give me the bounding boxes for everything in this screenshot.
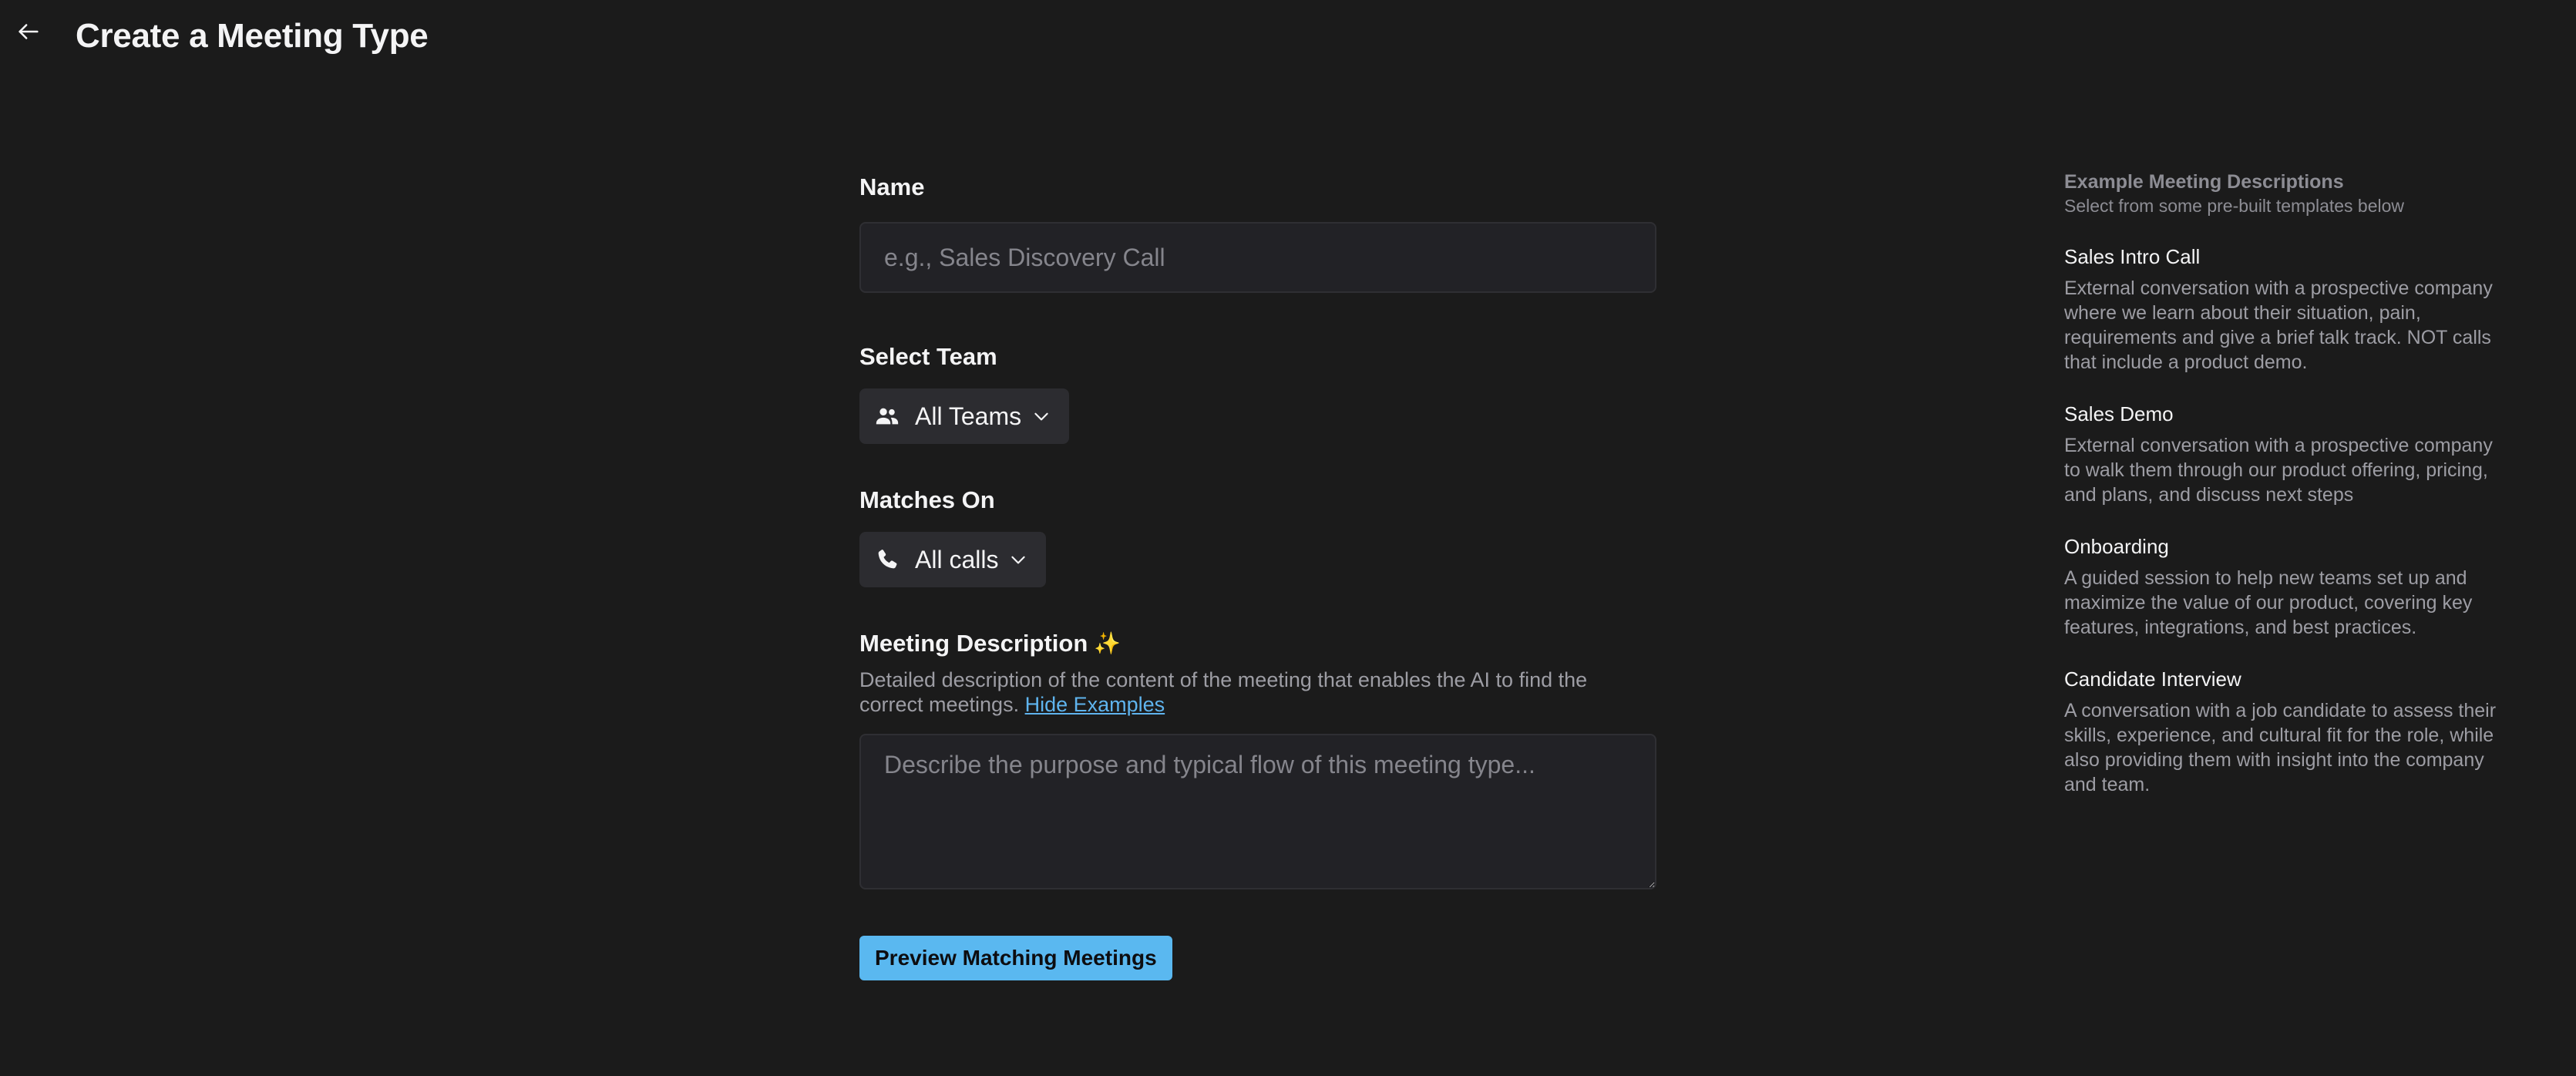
page: Create a Meeting Type Name Select Team A… [0,0,2576,1076]
template-name: Sales Intro Call [2064,245,2201,268]
matches-on-label: Matches On [859,486,995,513]
team-select[interactable]: All Teams [859,388,1070,444]
matches-on-select[interactable]: All calls [859,532,1047,587]
chevron-down-icon [1031,405,1052,427]
page-title: Create a Meeting Type [76,17,429,55]
name-field-group: Name [859,168,1656,293]
template-description: External conversation with a prospective… [2064,435,2493,506]
template-description: A conversation with a job candidate to a… [2064,700,2497,795]
sparkles-icon: ✨ [1094,631,1122,655]
description-field-group: Meeting Description ✨ Detailed descripti… [859,624,1656,889]
phone-icon [873,546,901,573]
template-sales-intro-call[interactable]: Sales Intro Call External conversation w… [2064,244,2504,375]
template-description: A guided session to help new teams set u… [2064,567,2473,638]
template-onboarding[interactable]: Onboarding A guided session to help new … [2064,533,2504,640]
template-name: Candidate Interview [2064,667,2241,691]
template-name: Sales Demo [2064,402,2174,425]
template-description: External conversation with a prospective… [2064,277,2493,373]
preview-matching-meetings-button[interactable]: Preview Matching Meetings [859,936,1172,980]
name-input[interactable] [859,222,1656,293]
template-sales-demo[interactable]: Sales Demo External conversation with a … [2064,401,2504,507]
description-label-row: Meeting Description ✨ [859,624,1656,663]
hide-examples-link[interactable]: Hide Examples [1025,693,1165,716]
template-name: Onboarding [2064,535,2169,558]
team-field-group: Select Team All Teams [859,338,1656,444]
template-candidate-interview[interactable]: Candidate Interview A conversation with … [2064,666,2504,797]
back-button[interactable] [11,15,46,51]
description-helper: Detailed description of the content of t… [859,668,1588,716]
meeting-description-textarea[interactable] [859,734,1656,889]
example-descriptions-panel: Example Meeting Descriptions Select from… [2064,170,2504,797]
matches-on-select-value: All calls [915,545,999,573]
users-icon [873,402,901,430]
name-label: Name [859,173,925,200]
matches-on-field-group: Matches On All calls [859,481,1656,587]
select-team-label: Select Team [859,343,997,370]
description-helper-text: Detailed description of the content of t… [859,667,1656,717]
examples-subtitle: Select from some pre-built templates bel… [2064,196,2405,216]
meeting-description-label: Meeting Description [859,630,1088,657]
examples-title: Example Meeting Descriptions [2064,171,2344,193]
chevron-down-icon [1007,549,1029,570]
team-select-value: All Teams [915,402,1022,430]
meeting-type-form: Name Select Team All Teams [859,168,1656,980]
arrow-left-icon [15,18,42,49]
